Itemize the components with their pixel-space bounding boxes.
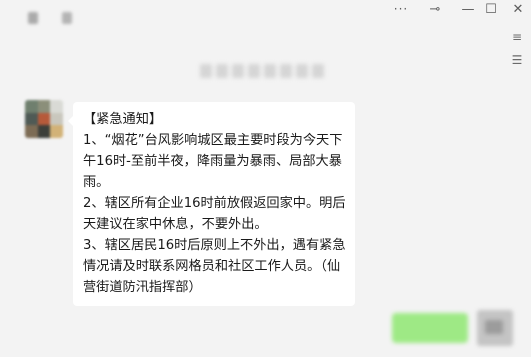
maximize-icon[interactable]: ☐ (478, 0, 504, 18)
message-item-3: 3、辖区居民16时后原则上不外出，遇有紧急情况请及时联系网格员和社区工作人员。（… (83, 238, 346, 295)
title-bar: ··· ⊸ — ☐ ✕ (0, 0, 531, 44)
menu-icon[interactable]: ≡ (509, 29, 525, 45)
pin-icon[interactable]: ⊸ (422, 0, 448, 18)
sender-avatar[interactable] (25, 100, 63, 138)
outgoing-message-bubble[interactable] (392, 313, 468, 343)
chat-window: ··· ⊸ — ☐ ✕ ≡ ☰ 【紧急通知】 1、“烟花”台风影响城区最主要时段… (0, 0, 531, 357)
list-icon[interactable]: ☰ (509, 52, 525, 68)
close-icon[interactable]: ✕ (505, 0, 531, 18)
message-heading: 【紧急通知】 (83, 112, 163, 127)
self-avatar[interactable] (477, 310, 513, 346)
message-item-2: 2、辖区所有企业16时前放假返回家中。明后天建议在家中休息，不要外出。 (83, 196, 346, 232)
blurred-title-fragment (62, 12, 72, 24)
more-icon[interactable]: ··· (388, 0, 414, 18)
blurred-title-fragment (28, 12, 38, 24)
message-bubble[interactable]: 【紧急通知】 1、“烟花”台风影响城区最主要时段为今天下午16时-至前半夜，降雨… (68, 102, 355, 306)
blurred-timestamp (200, 64, 324, 78)
message-item-1: 1、“烟花”台风影响城区最主要时段为今天下午16时-至前半夜，降雨量为暴雨、局部… (83, 133, 343, 190)
